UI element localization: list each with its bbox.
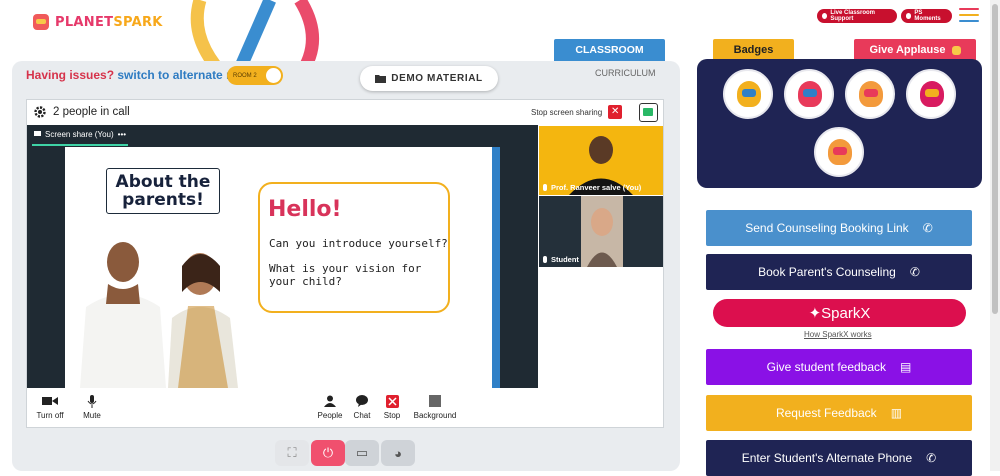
document-icon: ▥ (890, 406, 903, 420)
live-support-label: Live Classroom Support (830, 10, 876, 22)
request-feedback-label: Request Feedback (775, 406, 877, 420)
issues-text: Having issues? (26, 68, 115, 82)
mic-toggle[interactable]: Mute (70, 394, 114, 420)
logo-text-a: PLANET (55, 14, 114, 30)
sparkx-button[interactable]: ✦SparkX (713, 299, 966, 327)
screen-share-label: Screen share (You) (45, 130, 114, 139)
stop-share-icon (385, 394, 399, 408)
planetspark-logo[interactable]: PLANETSPARK (33, 14, 163, 30)
gear-icon[interactable] (33, 105, 47, 119)
scrollbar[interactable] (990, 0, 1000, 471)
chat-icon (356, 395, 368, 407)
monitor-icon: ▭ (355, 445, 369, 460)
screen-button[interactable]: ▭ (345, 440, 379, 466)
tab-badges[interactable]: Badges (713, 39, 794, 61)
give-applause-tab[interactable]: Give Applause (854, 39, 976, 61)
plus-icon (906, 13, 912, 19)
turn-off-label: Turn off (36, 411, 64, 420)
request-feedback-button[interactable]: Request Feedback ▥ (706, 395, 972, 431)
more-icon[interactable]: ••• (118, 130, 126, 139)
tile-name-student: Student (543, 255, 579, 264)
background-label: Background (413, 411, 457, 420)
people-label: People (317, 411, 343, 420)
live-support-button[interactable]: Live Classroom Support (817, 9, 897, 23)
student-feedback-label: Give student feedback (766, 360, 887, 374)
video-tile-teacher[interactable]: Prof. Ranveer salve (You) (539, 126, 663, 195)
plus-icon (822, 13, 828, 19)
clap-icon (951, 45, 961, 55)
people-count: 2 people in call (53, 106, 130, 118)
toggle-knob (266, 68, 281, 83)
alternate-phone-label: Enter Student's Alternate Phone (741, 451, 913, 465)
camera-icon (42, 397, 58, 405)
book-parent-label: Book Parent's Counseling (758, 265, 896, 279)
menu-icon[interactable] (959, 8, 979, 24)
trophy-badge-icon[interactable] (723, 69, 773, 119)
stop-sharing-control[interactable]: Stop screen sharing ✕ (531, 105, 623, 119)
phone-icon: ✆ (909, 265, 920, 279)
give-student-feedback-button[interactable]: Give student feedback ▤ (706, 349, 972, 385)
phone-icon: ✆ (922, 221, 933, 235)
mute-label: Mute (83, 411, 101, 420)
palette-button[interactable]: ◕ (381, 440, 415, 466)
fullscreen-button[interactable]: ⛶ (275, 440, 309, 466)
phone-icon: ✆ (926, 451, 937, 465)
active-tab-underline (32, 144, 128, 146)
background-icon (429, 395, 441, 407)
room-toggle[interactable]: ROOM 2 (227, 66, 283, 85)
speaker-badge-icon[interactable] (906, 69, 956, 119)
folder-icon (375, 75, 387, 83)
send-counseling-booking-button[interactable]: Send Counseling Booking Link ✆ (706, 210, 972, 246)
sparkx-info-link[interactable]: How SparkX works (804, 330, 872, 339)
stop-label: Stop (383, 411, 401, 420)
parents-photo (80, 242, 238, 388)
logo-text-b: SPARK (113, 14, 163, 30)
fullscreen-icon: ⛶ (287, 445, 297, 460)
close-icon[interactable]: ✕ (608, 105, 623, 119)
genius-badge-icon[interactable] (814, 127, 864, 177)
slide-title: About the parents! (106, 168, 220, 214)
issues-banner: Having issues? switch to alternate room (26, 68, 256, 82)
room-toggle-label: ROOM 2 (233, 72, 257, 79)
power-icon: ⏻ (322, 445, 334, 460)
meditation-badge-icon[interactable] (845, 69, 895, 119)
clipboard-icon: ▤ (900, 360, 912, 374)
camera-toggle[interactable]: Turn off (28, 394, 72, 420)
slide-edge-bar (492, 147, 500, 388)
background-button[interactable]: Background (413, 394, 457, 420)
robot-logo-icon (33, 14, 49, 30)
scrollbar-thumb[interactable] (992, 4, 998, 314)
ps-moments-label: PS Moments (914, 10, 941, 22)
book-parent-counseling-button[interactable]: Book Parent's Counseling ✆ (706, 254, 972, 290)
send-booking-label: Send Counseling Booking Link (745, 221, 909, 235)
slide-question-1: Can you introduce yourself? (269, 237, 448, 250)
demo-material-label: DEMO MATERIAL (391, 73, 483, 84)
person-icon (324, 395, 336, 407)
end-call-button[interactable]: ⏻ (311, 440, 345, 466)
demo-material-button[interactable]: DEMO MATERIAL (360, 66, 498, 91)
screen-share-tab[interactable]: Screen share (You) ••• (32, 130, 128, 146)
slide-hello: Hello! (268, 197, 342, 222)
tab-classroom[interactable]: CLASSROOM (554, 39, 665, 61)
microphone-icon (87, 394, 97, 408)
chat-label: Chat (353, 411, 371, 420)
slide-question-2: What is your vision for your child? (269, 262, 422, 288)
palette-icon: ◕ (394, 445, 402, 461)
video-tile-student[interactable]: Student (539, 196, 663, 267)
tile-name-teacher: Prof. Ranveer salve (You) (543, 183, 641, 192)
ps-moments-button[interactable]: PS Moments (901, 9, 952, 23)
call-header: 2 people in call (33, 105, 130, 119)
applause-label: Give Applause (869, 44, 946, 56)
superhero-badge-icon[interactable] (784, 69, 834, 119)
stop-share-button[interactable]: Stop (370, 394, 414, 420)
stop-share-label: Stop screen sharing (531, 107, 603, 117)
layout-icon[interactable] (639, 103, 658, 122)
screen-icon (34, 131, 41, 136)
tab-curriculum[interactable]: CURRICULUM (595, 68, 656, 78)
